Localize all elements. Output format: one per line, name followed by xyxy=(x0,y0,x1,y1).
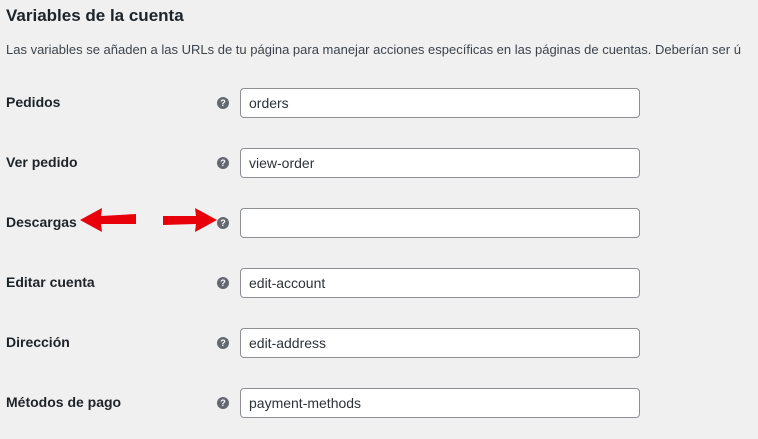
field-row-view-order: Ver pedido ? xyxy=(0,148,758,178)
edit-address-input[interactable] xyxy=(240,328,640,358)
field-label-edit-address: Dirección xyxy=(6,334,70,350)
field-row-payment-methods: Métodos de pago ? xyxy=(0,388,758,418)
section-description: Las variables se añaden a las URLs de tu… xyxy=(6,42,741,57)
view-order-input[interactable] xyxy=(240,148,640,178)
help-icon[interactable]: ? xyxy=(217,157,229,169)
help-icon[interactable]: ? xyxy=(217,337,229,349)
field-row-edit-address: Dirección ? xyxy=(0,328,758,358)
field-label-orders: Pedidos xyxy=(6,94,61,110)
help-icon[interactable]: ? xyxy=(217,397,229,409)
orders-input[interactable] xyxy=(240,88,640,118)
field-row-edit-account: Editar cuenta ? xyxy=(0,268,758,298)
downloads-input[interactable] xyxy=(240,208,640,238)
help-icon[interactable]: ? xyxy=(217,217,229,229)
field-label-downloads: Descargas xyxy=(6,214,77,230)
field-row-orders: Pedidos ? xyxy=(0,88,758,118)
section-title: Variables de la cuenta xyxy=(6,6,184,25)
field-label-view-order: Ver pedido xyxy=(6,154,78,170)
help-icon[interactable]: ? xyxy=(217,97,229,109)
help-icon[interactable]: ? xyxy=(217,277,229,289)
field-label-payment-methods: Métodos de pago xyxy=(6,394,122,410)
edit-account-input[interactable] xyxy=(240,268,640,298)
right-arrow-icon xyxy=(163,208,217,232)
payment-methods-input[interactable] xyxy=(240,388,640,418)
left-arrow-icon xyxy=(80,208,136,232)
field-label-edit-account: Editar cuenta xyxy=(6,274,95,290)
